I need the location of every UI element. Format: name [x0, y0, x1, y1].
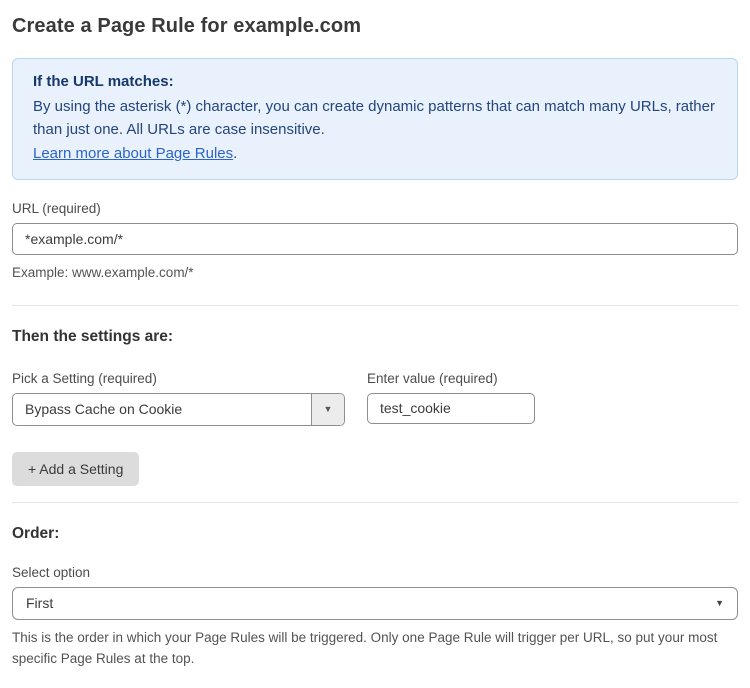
chevron-down-icon: ▼	[324, 404, 333, 414]
settings-heading: Then the settings are:	[12, 328, 738, 346]
url-label: URL (required)	[12, 201, 738, 216]
learn-more-link[interactable]: Learn more about Page Rules	[33, 145, 233, 162]
divider	[12, 305, 738, 306]
url-example-helper: Example: www.example.com/*	[12, 263, 738, 284]
setting-select-arrow-button[interactable]: ▼	[311, 394, 344, 425]
divider	[12, 502, 738, 503]
setting-value-input[interactable]	[367, 393, 535, 424]
add-setting-button[interactable]: + Add a Setting	[12, 452, 139, 486]
order-select-label: Select option	[12, 565, 738, 580]
order-heading: Order:	[12, 525, 738, 543]
url-input[interactable]	[12, 223, 738, 255]
settings-row: Pick a Setting (required) Bypass Cache o…	[12, 371, 738, 426]
setting-picker-label: Pick a Setting (required)	[12, 371, 345, 386]
setting-select[interactable]: Bypass Cache on Cookie ▼	[12, 393, 345, 426]
setting-select-value: Bypass Cache on Cookie	[13, 394, 311, 425]
setting-value-group: Enter value (required)	[367, 371, 535, 424]
info-box-heading: If the URL matches:	[33, 70, 717, 94]
info-box-link-line: Learn more about Page Rules.	[33, 142, 717, 166]
chevron-down-icon: ▼	[715, 588, 724, 619]
page-rule-form: Create a Page Rule for example.com If th…	[0, 0, 750, 688]
settings-section: Then the settings are: Pick a Setting (r…	[12, 328, 738, 486]
link-period: .	[233, 145, 237, 162]
order-select[interactable]: First ▼	[12, 587, 738, 620]
setting-picker-group: Pick a Setting (required) Bypass Cache o…	[12, 371, 345, 426]
url-section: URL (required) Example: www.example.com/…	[12, 201, 738, 284]
url-matches-info-box: If the URL matches: By using the asteris…	[12, 58, 738, 180]
order-select-value: First	[13, 588, 737, 619]
setting-value-label: Enter value (required)	[367, 371, 535, 386]
order-section: Order: Select option First ▼ This is the…	[12, 525, 738, 670]
order-helper-text: This is the order in which your Page Rul…	[12, 628, 732, 670]
page-title: Create a Page Rule for example.com	[12, 0, 738, 58]
info-box-body: By using the asterisk (*) character, you…	[33, 95, 717, 142]
